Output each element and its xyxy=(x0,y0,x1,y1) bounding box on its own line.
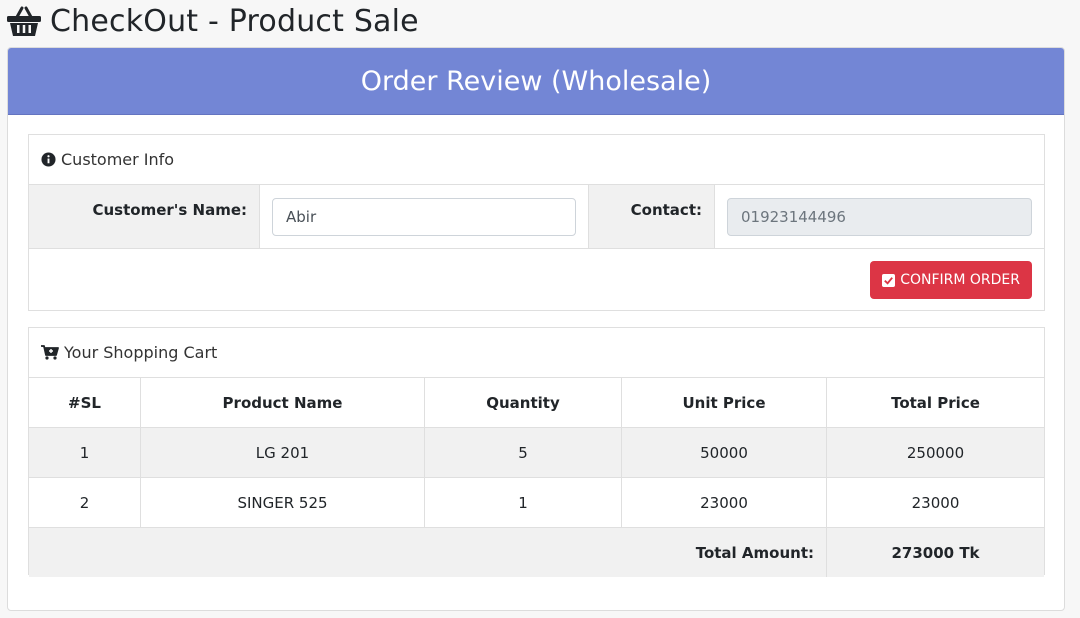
col-sl: #SL xyxy=(29,378,141,428)
page-header: CheckOut - Product Sale xyxy=(6,0,419,42)
order-review-card: Order Review (Wholesale) Customer Info C… xyxy=(7,47,1065,611)
row-product: SINGER 525 xyxy=(140,477,425,528)
contact-input[interactable] xyxy=(727,197,1032,236)
row-sl: 1 xyxy=(29,427,141,478)
col-total-price: Total Price xyxy=(826,378,1044,428)
total-amount-label: Total Amount: xyxy=(29,527,827,577)
shopping-cart-label: Your Shopping Cart xyxy=(64,343,218,362)
contact-cell xyxy=(715,185,1044,248)
row-unit-price: 50000 xyxy=(621,427,827,478)
check-square-icon xyxy=(882,273,896,287)
table-row: 1 LG 201 5 50000 250000 xyxy=(29,427,1044,478)
row-sl: 2 xyxy=(29,477,141,528)
row-quantity: 5 xyxy=(424,427,622,478)
contact-label: Contact: xyxy=(589,185,715,248)
cart-icon xyxy=(41,345,59,360)
row-product: LG 201 xyxy=(140,427,425,478)
cart-table: #SL Product Name Quantity Unit Price Tot… xyxy=(29,378,1044,577)
shopping-cart-heading: Your Shopping Cart xyxy=(29,328,1044,378)
row-quantity: 1 xyxy=(424,477,622,528)
total-row: Total Amount: 273000 Tk xyxy=(29,527,1044,577)
col-quantity: Quantity xyxy=(424,378,622,428)
card-title: Order Review (Wholesale) xyxy=(8,48,1064,115)
confirm-order-label: CONFIRM ORDER xyxy=(900,272,1020,288)
customer-name-cell xyxy=(260,185,589,248)
basket-icon xyxy=(7,6,41,36)
page-title: CheckOut - Product Sale xyxy=(50,3,419,39)
confirm-row: CONFIRM ORDER xyxy=(29,249,1044,311)
row-total-price: 250000 xyxy=(826,427,1044,478)
col-product-name: Product Name xyxy=(140,378,425,428)
total-amount-value: 273000 Tk xyxy=(826,527,1044,577)
table-row: 2 SINGER 525 1 23000 23000 xyxy=(29,477,1044,528)
info-circle-icon xyxy=(41,152,56,167)
row-total-price: 23000 xyxy=(826,477,1044,528)
customer-info-heading: Customer Info xyxy=(29,135,1044,185)
shopping-cart-panel: Your Shopping Cart #SL Product Name Quan… xyxy=(28,327,1045,577)
customer-name-label: Customer's Name: xyxy=(29,185,260,248)
confirm-order-button[interactable]: CONFIRM ORDER xyxy=(870,261,1032,299)
customer-info-label: Customer Info xyxy=(61,150,175,169)
col-unit-price: Unit Price xyxy=(621,378,827,428)
customer-info-panel: Customer Info Customer's Name: Contact: … xyxy=(28,134,1045,311)
table-header-row: #SL Product Name Quantity Unit Price Tot… xyxy=(29,378,1044,428)
customer-info-row: Customer's Name: Contact: xyxy=(29,185,1044,249)
customer-name-input[interactable] xyxy=(272,197,576,236)
row-unit-price: 23000 xyxy=(621,477,827,528)
